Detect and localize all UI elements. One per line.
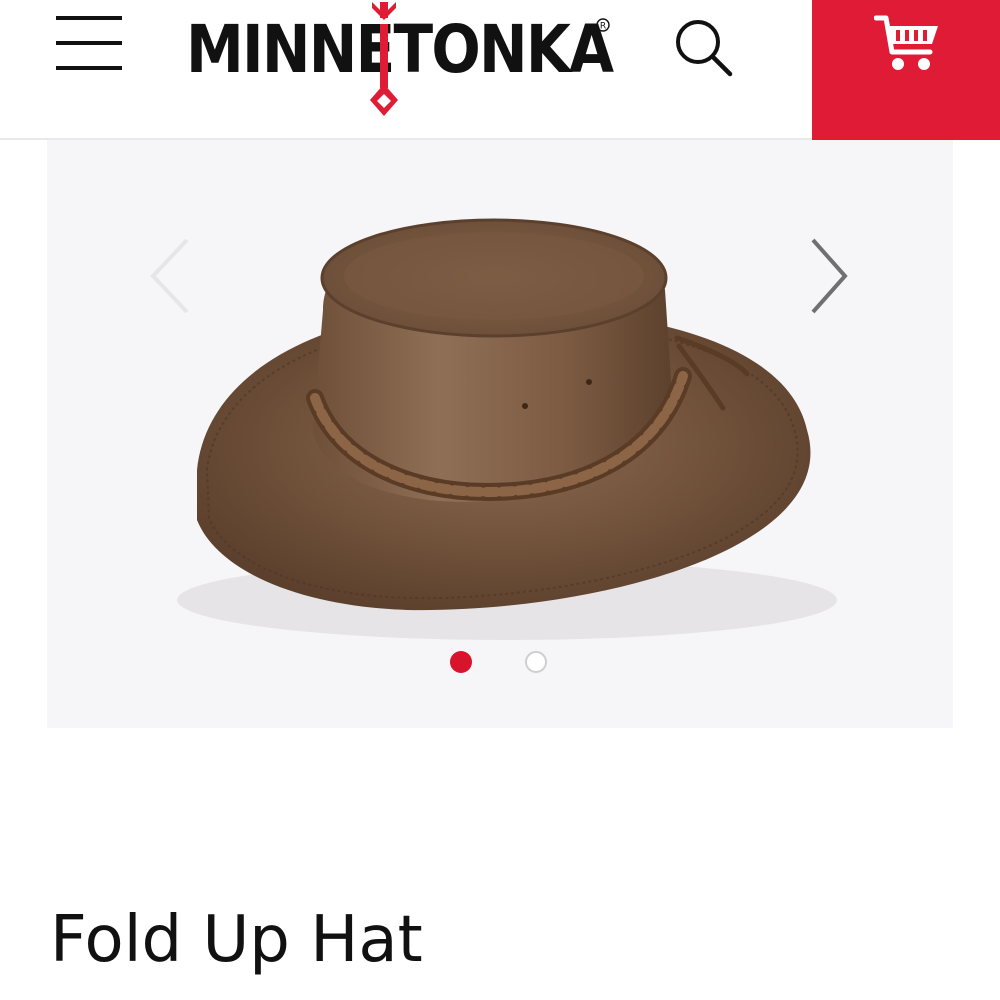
carousel-pagination xyxy=(447,648,567,678)
site-header: MINNETONKA R xyxy=(0,0,1000,140)
svg-text:R: R xyxy=(600,22,606,32)
menu-line xyxy=(56,16,122,20)
search-icon[interactable] xyxy=(670,14,736,80)
logo-arrow-icon xyxy=(370,2,398,116)
carousel-prev-button[interactable] xyxy=(143,236,203,320)
cart-button[interactable] xyxy=(812,0,1000,140)
product-image[interactable] xyxy=(47,140,953,728)
carousel-dot-active[interactable] xyxy=(450,651,472,673)
menu-line xyxy=(56,41,122,45)
registered-mark-icon: R xyxy=(596,18,610,32)
chevron-left-icon xyxy=(150,238,189,314)
menu-line xyxy=(56,66,122,70)
hamburger-menu-icon[interactable] xyxy=(52,12,126,76)
carousel-next-button[interactable] xyxy=(799,236,859,320)
carousel-dot[interactable] xyxy=(525,651,547,673)
product-title: Fold Up Hat xyxy=(50,903,423,977)
minnetonka-logo[interactable]: MINNETONKA R xyxy=(186,0,614,130)
cart-icon xyxy=(874,15,938,70)
product-image-carousel[interactable] xyxy=(47,140,953,728)
chevron-right-icon xyxy=(811,238,848,314)
